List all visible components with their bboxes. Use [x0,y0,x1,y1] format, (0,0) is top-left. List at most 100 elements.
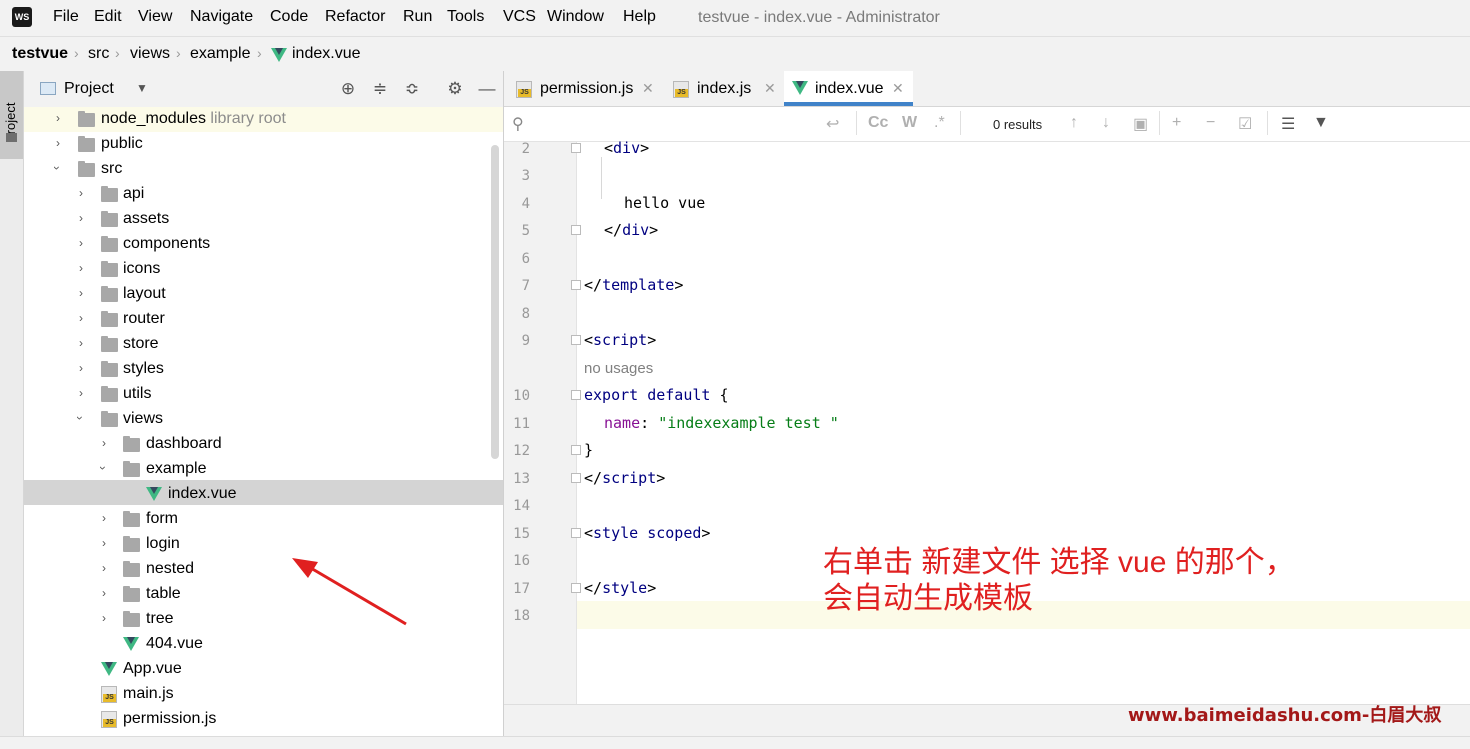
gear-icon[interactable]: ⚙ [444,78,466,100]
tree-item-assets[interactable]: › assets [24,207,503,232]
code-line[interactable]: <style scoped> [584,524,710,542]
tree-item-404-vue[interactable]: 404.vue [24,632,503,657]
breadcrumb-views[interactable]: views [130,45,170,63]
search-icon[interactable]: ⚲ [512,114,524,134]
fold-marker-icon[interactable] [571,445,581,455]
tree-item-tree[interactable]: › tree [24,607,503,632]
add-occurrence-icon[interactable]: + [1172,114,1181,132]
chevron-right-icon[interactable]: › [79,236,83,250]
chevron-right-icon[interactable]: › [102,536,106,550]
close-icon[interactable]: ✕ [764,80,776,97]
tree-item-login[interactable]: › login [24,532,503,557]
chevron-right-icon[interactable]: › [79,186,83,200]
expand-all-icon[interactable]: ≑ [369,78,391,100]
tree-item-main-js[interactable]: JS main.js [24,682,503,707]
fold-marker-icon[interactable] [571,390,581,400]
filter-lines-icon[interactable]: ☰ [1281,114,1295,134]
fold-marker-icon[interactable] [571,335,581,345]
code-line[interactable]: name: "indexexample test " [604,414,839,432]
tree-item-utils[interactable]: › utils [24,382,503,407]
chevron-down-icon[interactable]: › [96,466,110,470]
tree-item-index-vue[interactable]: index.vue [24,482,503,507]
tree-item-src[interactable]: › src [24,157,503,182]
regex-icon[interactable]: .* [934,114,945,132]
chevron-right-icon[interactable]: › [79,386,83,400]
tree-item-public[interactable]: › public [24,132,503,157]
tree-item-nested[interactable]: › nested [24,557,503,582]
chevron-right-icon[interactable]: › [79,286,83,300]
tree-item-app-vue[interactable]: App.vue [24,657,503,682]
close-icon[interactable]: ✕ [892,80,904,97]
chevron-down-icon[interactable]: › [50,166,64,170]
remove-occurrence-icon[interactable]: − [1206,114,1215,132]
fold-marker-icon[interactable] [571,528,581,538]
whole-words-icon[interactable]: W [902,114,917,132]
menu-help[interactable]: Help [623,8,656,26]
dropdown-arrow-icon[interactable]: ▼ [136,81,148,95]
tree-item-dashboard[interactable]: › dashboard [24,432,503,457]
tree-item-layout[interactable]: › layout [24,282,503,307]
fold-marker-icon[interactable] [571,143,581,153]
close-icon[interactable]: ✕ [642,80,654,97]
chevron-right-icon[interactable]: › [102,586,106,600]
tab-permission-js[interactable]: JS permission.js ✕ [504,71,659,106]
breadcrumb-example[interactable]: example [190,45,250,63]
locate-target-icon[interactable]: ⊕ [337,78,359,100]
chevron-right-icon[interactable]: › [102,561,106,575]
chevron-right-icon[interactable]: › [79,311,83,325]
usage-hint[interactable]: no usages [584,360,653,377]
tree-item-permission-js[interactable]: JS permission.js [24,707,503,732]
tree-item-router[interactable]: › router [24,307,503,332]
tree-item-styles[interactable]: › styles [24,357,503,382]
match-case-icon[interactable]: Cc [868,114,888,132]
menu-file[interactable]: File [53,8,79,26]
select-occurrences-icon[interactable]: ☑ [1238,114,1252,134]
tree-item-table[interactable]: › table [24,582,503,607]
fold-marker-icon[interactable] [571,280,581,290]
code-line[interactable]: </div> [604,221,658,239]
fold-marker-icon[interactable] [571,225,581,235]
chevron-right-icon[interactable]: › [102,611,106,625]
code-line[interactable]: export default { [584,386,729,404]
tab-index-vue[interactable]: index.vue ✕ [784,71,913,106]
chevron-right-icon[interactable]: › [56,111,60,125]
code-line[interactable]: </script> [584,469,665,487]
menu-edit[interactable]: Edit [94,8,122,26]
chevron-right-icon[interactable]: › [79,336,83,350]
tree-item-form[interactable]: › form [24,507,503,532]
code-line[interactable]: </style> [584,579,656,597]
chevron-right-icon[interactable]: › [102,436,106,450]
menu-view[interactable]: View [138,8,172,26]
tree-item-views[interactable]: › views [24,407,503,432]
new-line-icon[interactable]: ↩ [826,114,839,134]
chevron-right-icon[interactable]: › [79,361,83,375]
tree-item-example[interactable]: › example [24,457,503,482]
arrow-up-icon[interactable]: ↑ [1070,114,1078,132]
chevron-right-icon[interactable]: › [79,211,83,225]
project-tool-button[interactable]: Project [0,71,23,159]
code-line[interactable]: hello vue [624,194,705,212]
project-scrollbar[interactable] [491,145,499,459]
menu-navigate[interactable]: Navigate [190,8,253,26]
fold-marker-icon[interactable] [571,473,581,483]
tree-item-node-modules[interactable]: › node_modules library root [24,107,503,132]
fold-marker-icon[interactable] [571,583,581,593]
select-all-occurrences-icon[interactable]: ▣ [1133,114,1148,134]
menu-refactor[interactable]: Refactor [325,8,385,26]
code-line[interactable]: } [584,441,593,459]
tree-item-store[interactable]: › store [24,332,503,357]
breadcrumb-file[interactable]: index.vue [292,45,361,63]
code-line[interactable]: </template> [584,276,683,294]
menu-window[interactable]: Window [547,8,604,26]
tab-index-js[interactable]: JS index.js ✕ [659,71,784,106]
breadcrumb-src[interactable]: src [88,45,109,63]
project-view-selector[interactable]: Project [64,80,114,98]
code-line[interactable]: <div> [604,139,649,157]
chevron-right-icon[interactable]: › [79,261,83,275]
menu-tools[interactable]: Tools [447,8,484,26]
tree-item-components[interactable]: › components [24,232,503,257]
menu-run[interactable]: Run [403,8,432,26]
tree-item-icons[interactable]: › icons [24,257,503,282]
chevron-right-icon[interactable]: › [102,511,106,525]
arrow-down-icon[interactable]: ↓ [1102,114,1110,132]
